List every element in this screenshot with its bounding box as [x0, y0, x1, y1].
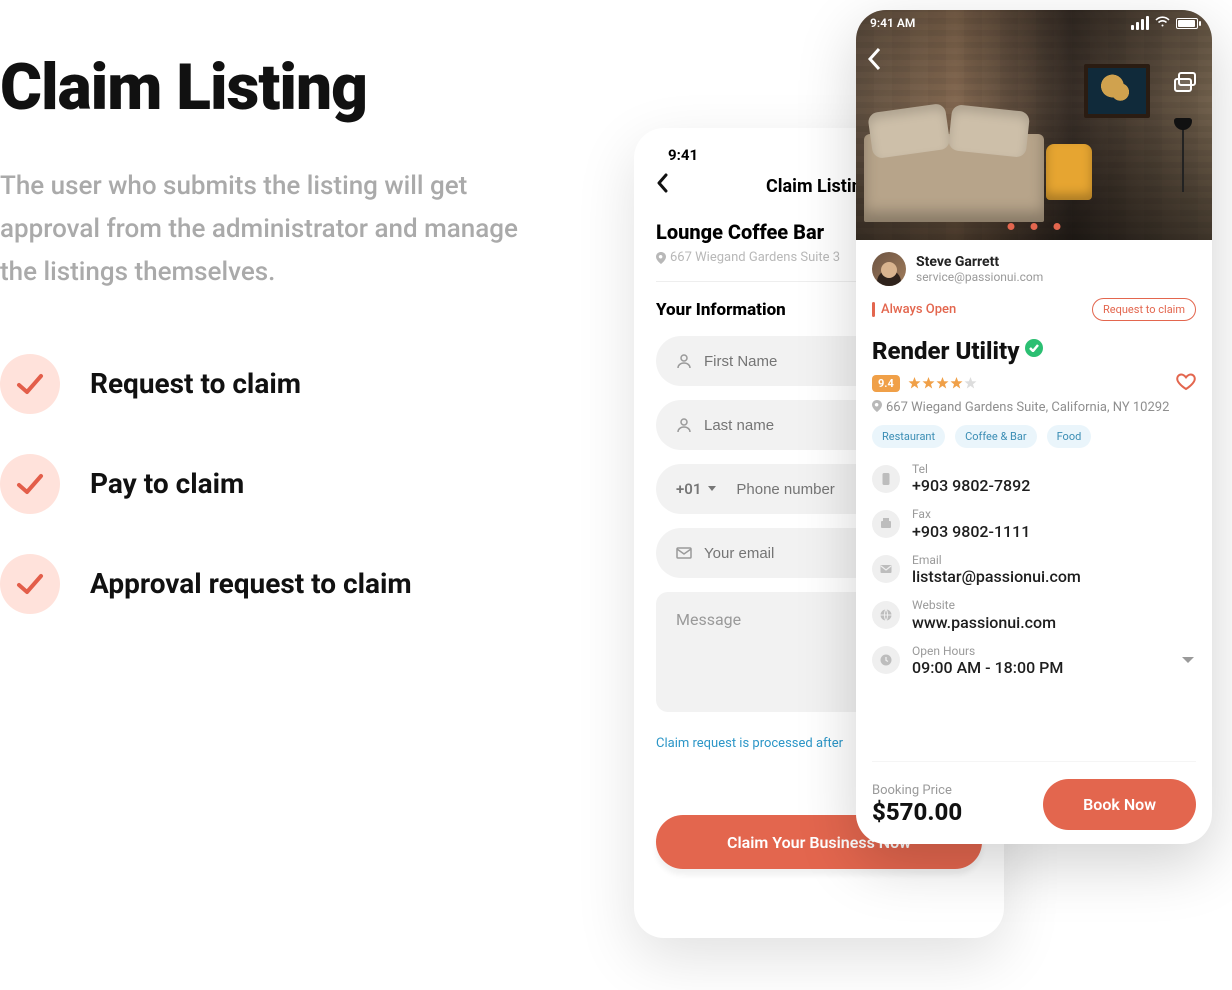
rating-badge: 9.4: [872, 375, 900, 392]
phone-prefix-value: +01: [676, 480, 701, 498]
user-icon: [676, 417, 692, 433]
chevron-down-icon[interactable]: [1180, 651, 1196, 670]
info-label: Email: [912, 553, 1081, 567]
business-address-text: 667 Wiegand Gardens Suite, California, N…: [886, 400, 1169, 415]
carousel-dots[interactable]: [1008, 223, 1061, 230]
feature-list: Request to claim Pay to claim Approval r…: [0, 354, 540, 614]
tag[interactable]: Restaurant: [872, 425, 945, 448]
feature-item: Pay to claim: [0, 454, 540, 514]
business-address: 667 Wiegand Gardens Suite, California, N…: [872, 400, 1196, 415]
dot[interactable]: [1031, 223, 1038, 230]
avatar: [872, 252, 906, 286]
dot[interactable]: [1008, 223, 1015, 230]
price-label: Booking Price: [872, 783, 962, 798]
business-title: Render Utility: [872, 337, 1019, 365]
mail-icon: [676, 545, 692, 561]
dot[interactable]: [1054, 223, 1061, 230]
info-hours[interactable]: Open Hours 09:00 AM - 18:00 PM: [872, 644, 1196, 677]
page-description: The user who submits the listing will ge…: [0, 165, 540, 294]
check-icon: [0, 554, 60, 614]
pin-icon: [656, 252, 666, 264]
status-time: 9:41 AM: [870, 16, 915, 30]
page-title: Claim Listing: [0, 50, 540, 125]
info-label: Fax: [912, 507, 1030, 521]
signal-icon: [1131, 16, 1149, 30]
chevron-down-icon: [707, 485, 717, 493]
info-value: +903 9802-1111: [912, 522, 1030, 541]
message-placeholder: Message: [676, 610, 741, 629]
open-status-text: Always Open: [881, 302, 956, 317]
check-icon: [0, 454, 60, 514]
mail-icon: [872, 555, 900, 583]
info-value: liststar@passionui.com: [912, 567, 1081, 586]
favorite-button[interactable]: [1176, 373, 1196, 395]
info-value: www.passionui.com: [912, 613, 1056, 632]
feature-item: Approval request to claim: [0, 554, 540, 614]
phone-prefix-selector[interactable]: +01: [676, 480, 724, 498]
listing-address-text: 667 Wiegand Gardens Suite 3: [670, 250, 840, 265]
info-fax[interactable]: Fax +903 9802-1111: [872, 507, 1196, 540]
book-now-button[interactable]: Book Now: [1043, 779, 1196, 830]
feature-text: Pay to claim: [90, 467, 244, 500]
feature-text: Request to claim: [90, 367, 301, 400]
feature-item: Request to claim: [0, 354, 540, 414]
check-icon: [0, 354, 60, 414]
owner-row[interactable]: Steve Garrett service@passionui.com: [872, 252, 1196, 286]
tag[interactable]: Coffee & Bar: [955, 425, 1036, 448]
pin-icon: [872, 400, 882, 412]
phone-mock-listing: 9:41 AM Steve Garrett servi: [856, 10, 1212, 844]
info-label: Website: [912, 598, 1056, 612]
info-email[interactable]: Email liststar@passionui.com: [872, 553, 1196, 586]
request-claim-button[interactable]: Request to claim: [1092, 298, 1196, 321]
fax-icon: [872, 510, 900, 538]
tag-list: Restaurant Coffee & Bar Food: [872, 425, 1196, 448]
feature-text: Approval request to claim: [90, 567, 412, 600]
user-icon: [676, 353, 692, 369]
back-icon[interactable]: [656, 173, 668, 199]
phone-icon: [872, 465, 900, 493]
battery-icon: [1176, 18, 1198, 29]
info-label: Tel: [912, 462, 1030, 476]
tag[interactable]: Food: [1047, 425, 1092, 448]
info-value: +903 9802-7892: [912, 476, 1030, 495]
book-now-label: Book Now: [1083, 795, 1156, 814]
info-tel[interactable]: Tel +903 9802-7892: [872, 462, 1196, 495]
status-icons: [1131, 16, 1198, 30]
clock-icon: [872, 646, 900, 674]
gallery-icon[interactable]: [1174, 72, 1200, 94]
rating-stars: [908, 377, 977, 390]
info-value: 09:00 AM - 18:00 PM: [912, 658, 1063, 677]
info-website[interactable]: Website www.passionui.com: [872, 598, 1196, 631]
info-label: Open Hours: [912, 644, 1063, 658]
wifi-icon: [1155, 16, 1170, 30]
owner-email: service@passionui.com: [916, 270, 1043, 284]
open-status: Always Open: [872, 302, 956, 317]
owner-name: Steve Garrett: [916, 254, 1043, 270]
verified-icon: [1025, 339, 1043, 357]
back-icon[interactable]: [866, 46, 882, 76]
price-value: $570.00: [872, 798, 962, 826]
listing-hero-image: 9:41 AM: [856, 10, 1212, 240]
globe-icon: [872, 601, 900, 629]
